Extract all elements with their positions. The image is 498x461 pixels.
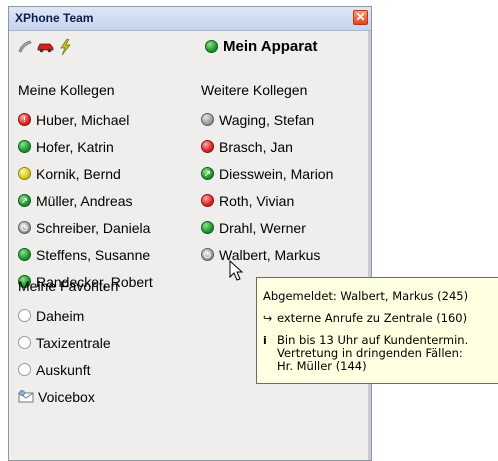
contact-hofer-katrin[interactable]: Hofer, Katrin — [18, 133, 208, 160]
contact-roth-vivian[interactable]: Roth, Vivian — [201, 187, 369, 214]
contact-huber-michael[interactable]: ! Huber, Michael — [18, 106, 208, 133]
status-red-icon — [201, 194, 214, 207]
status-away-clock-icon: ◷ — [18, 221, 31, 234]
status-forwarded-icon: ↗ — [201, 167, 214, 180]
mouse-cursor-icon — [229, 260, 244, 281]
close-icon[interactable]: ✕ — [353, 10, 368, 25]
favorites-header: Meine Favoriten — [18, 278, 119, 294]
contact-waging-stefan[interactable]: Waging, Stefan — [201, 106, 369, 133]
status-gray-icon — [201, 113, 214, 126]
favorites-section: Meine Favoriten Daheim Taxizentrale Ausk… — [18, 274, 208, 410]
contact-name: Huber, Michael — [36, 111, 130, 128]
status-green-icon — [18, 140, 31, 153]
contact-name: Müller, Andreas — [36, 192, 133, 209]
status-green-icon — [201, 221, 214, 234]
my-device[interactable]: Mein Apparat — [205, 38, 317, 55]
status-yellow-icon — [18, 167, 31, 180]
tooltip-forward-text: externe Anrufe zu Zentrale (160) — [277, 311, 468, 325]
favorite-auskunft[interactable]: Auskunft — [18, 356, 208, 383]
contact-schreiber-daniela[interactable]: ◷ Schreiber, Daniela — [18, 214, 208, 241]
my-colleagues-section: Meine Kollegen ! Huber, Michael Hofer, K… — [18, 78, 208, 295]
window-title: XPhone Team — [15, 11, 94, 25]
title-bar[interactable]: XPhone Team ✕ — [9, 7, 371, 31]
status-forwarded-icon: ↗ — [18, 194, 31, 207]
status-empty-icon — [18, 336, 31, 349]
contact-walbert-markus[interactable]: ◷ Walbert, Markus — [201, 241, 369, 268]
favorite-name: Auskunft — [36, 361, 91, 378]
favorite-name: Daheim — [36, 307, 85, 324]
contact-diesswein-marion[interactable]: ↗ Diesswein, Marion — [201, 160, 369, 187]
contact-drahl-werner[interactable]: Drahl, Werner — [201, 214, 369, 241]
contact-tooltip: Abgemeldet: Walbert, Markus (245) ↪ exte… — [256, 277, 498, 384]
status-green-icon — [18, 248, 31, 261]
tooltip-info-line: i Bin bis 13 Uhr auf Kundentermin. Vertr… — [263, 334, 498, 373]
contact-brasch-jan[interactable]: Brasch, Jan — [201, 133, 369, 160]
contact-steffens-susanne[interactable]: Steffens, Susanne — [18, 241, 208, 268]
my-colleagues-header: Meine Kollegen — [18, 82, 115, 98]
phone-handset-icon[interactable] — [17, 39, 33, 53]
contact-name: Roth, Vivian — [219, 192, 295, 209]
contact-name: Schreiber, Daniela — [36, 219, 151, 236]
favorite-taxizentrale[interactable]: Taxizentrale — [18, 329, 208, 356]
contact-name: Drahl, Werner — [219, 219, 306, 236]
contact-name: Brasch, Jan — [219, 138, 293, 155]
favorite-name: Voicebox — [38, 388, 95, 405]
other-colleagues-section: Weitere Kollegen Waging, Stefan Brasch, … — [201, 78, 369, 268]
contact-name: Waging, Stefan — [219, 111, 315, 128]
tooltip-forward-line: ↪ externe Anrufe zu Zentrale (160) — [263, 311, 498, 326]
contact-name: Diesswein, Marion — [219, 165, 334, 182]
favorite-name: Taxizentrale — [36, 334, 111, 351]
voicebox-icon — [18, 390, 34, 403]
tooltip-status-line: Abgemeldet: Walbert, Markus (245) — [263, 290, 498, 303]
status-away-clock-icon: ◷ — [201, 248, 214, 261]
contact-name: Steffens, Susanne — [36, 246, 151, 263]
status-red-icon: ! — [18, 113, 31, 126]
car-icon[interactable] — [37, 39, 55, 53]
favorite-daheim[interactable]: Daheim — [18, 302, 208, 329]
tooltip-info-text: Bin bis 13 Uhr auf Kundentermin. Vertret… — [277, 333, 469, 373]
contact-name: Hofer, Katrin — [36, 138, 114, 155]
status-empty-icon — [18, 363, 31, 376]
info-icon: i — [263, 334, 267, 347]
other-colleagues-header: Weitere Kollegen — [201, 82, 308, 98]
contact-mueller-andreas[interactable]: ↗ Müller, Andreas — [18, 187, 208, 214]
contact-kornik-bernd[interactable]: Kornik, Bernd — [18, 160, 208, 187]
forward-arrow-icon: ↪ — [263, 312, 273, 325]
lightning-icon[interactable] — [59, 39, 71, 55]
tooltip-status-text: Abgemeldet: Walbert, Markus (245) — [263, 289, 469, 303]
my-device-label: Mein Apparat — [223, 38, 318, 55]
status-empty-icon — [18, 309, 31, 322]
xphone-team-window: XPhone Team ✕ Mein Apparat Meine Kollege… — [8, 6, 372, 461]
scrollbar[interactable] — [368, 31, 371, 460]
contact-name: Kornik, Bernd — [36, 165, 121, 182]
favorite-voicebox[interactable]: Voicebox — [18, 383, 208, 410]
status-green-icon — [205, 40, 218, 53]
status-red-icon — [201, 140, 214, 153]
